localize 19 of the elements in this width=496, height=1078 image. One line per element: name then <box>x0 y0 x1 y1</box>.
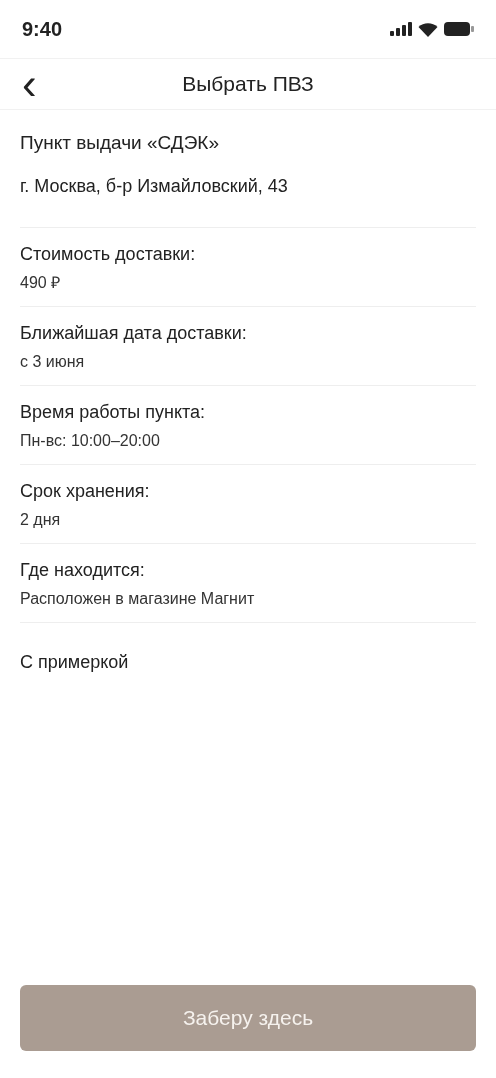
signal-icon <box>390 22 412 36</box>
header-title: Выбрать ПВЗ <box>182 71 314 98</box>
detail-value: Пн-вс: 10:00–20:00 <box>20 431 161 451</box>
detail-label: Срок хранения: <box>20 480 151 503</box>
pickup-point-name: Пункт выдачи «СДЭК» <box>20 131 220 155</box>
detail-label: Стоимость доставки: <box>20 243 197 266</box>
back-button[interactable]: ‹ <box>18 65 41 103</box>
detail-label: Где находится: <box>20 559 146 582</box>
detail-value: 2 дня <box>20 510 62 530</box>
status-time: 9:40 <box>22 17 63 42</box>
detail-value: 490 ₽ <box>20 273 62 293</box>
battery-icon <box>444 22 474 36</box>
pickup-point-address: г. Москва, б-р Измайловский, 43 <box>20 175 289 198</box>
detail-value: с 3 июня <box>20 352 86 372</box>
fitting-option: С примеркой <box>20 649 476 675</box>
detail-value: Расположен в магазине Магнит <box>20 589 256 609</box>
wifi-icon <box>418 21 438 37</box>
detail-label: Время работы пункта: <box>20 401 207 424</box>
detail-label: Ближайшая дата доставки: <box>20 322 248 345</box>
